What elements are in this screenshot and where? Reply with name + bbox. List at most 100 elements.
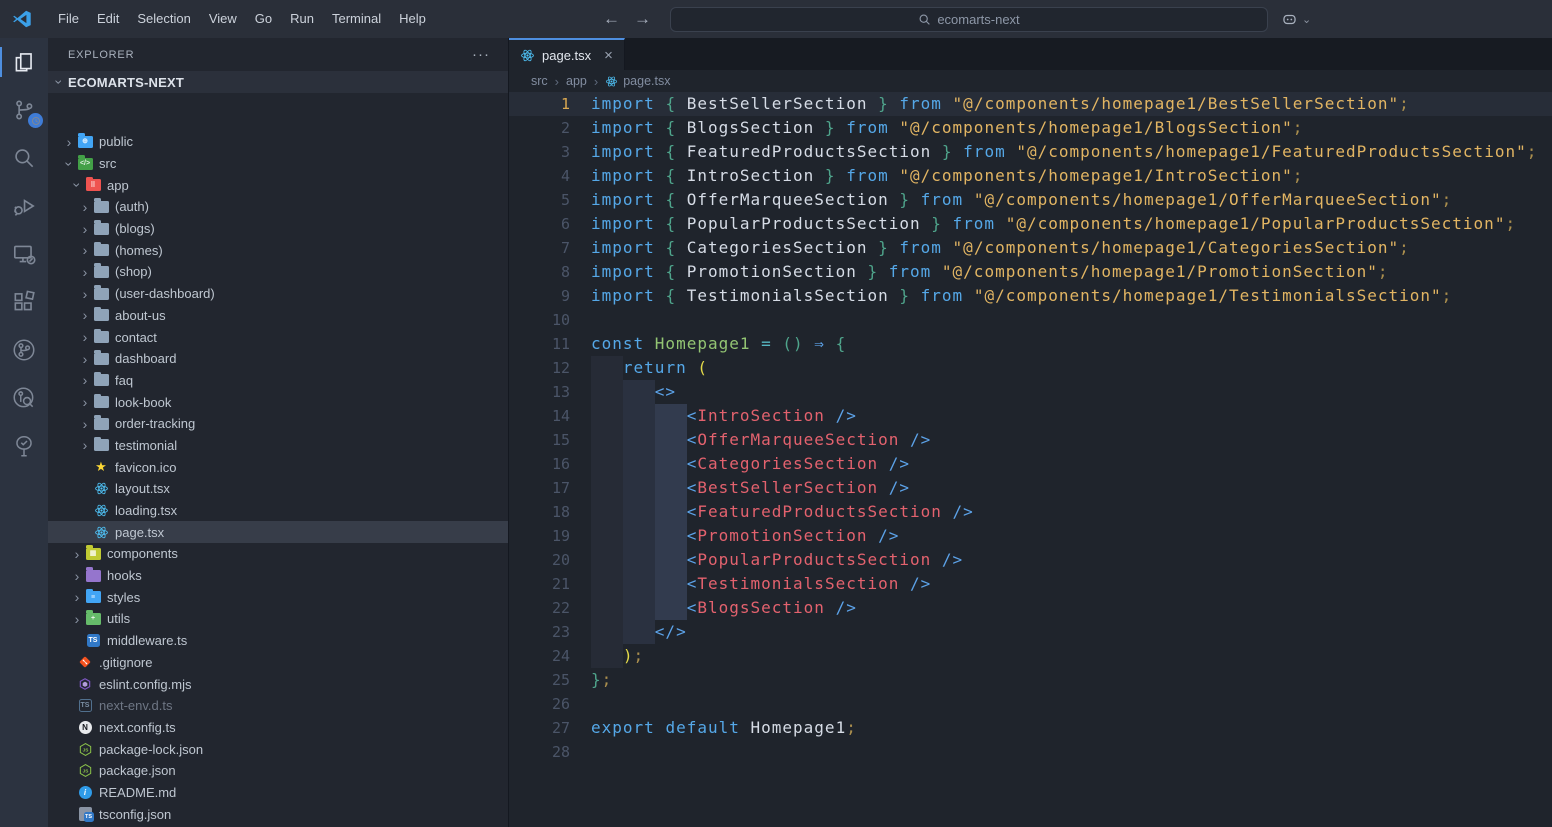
explorer-icon[interactable] (0, 38, 48, 86)
code-line-14[interactable]: 14 <IntroSection /> (509, 404, 1552, 428)
code-line-17[interactable]: 17 <BestSellerSection /> (509, 476, 1552, 500)
chevron-right-icon[interactable]: › (78, 438, 92, 452)
code-line-19[interactable]: 19 <PromotionSection /> (509, 524, 1552, 548)
chevron-right-icon[interactable]: › (62, 135, 76, 149)
code-line-5[interactable]: 5import { OfferMarqueeSection } from "@/… (509, 188, 1552, 212)
tree-item-loading.tsx[interactable]: loading.tsx (48, 500, 508, 522)
tree-item-contact[interactable]: ›contact (48, 326, 508, 348)
breadcrumb[interactable]: src › app › page.tsx (509, 70, 1552, 92)
code-line-1[interactable]: 1import { BestSellerSection } from "@/co… (509, 92, 1552, 116)
chevron-right-icon[interactable]: › (78, 243, 92, 257)
chevron-down-icon[interactable]: › (62, 157, 76, 171)
menu-selection[interactable]: Selection (128, 0, 199, 38)
command-center-search[interactable]: ecomarts-next (670, 7, 1268, 32)
tree-item-hooks[interactable]: ›hooks (48, 565, 508, 587)
menu-run[interactable]: Run (281, 0, 323, 38)
code-line-7[interactable]: 7import { CategoriesSection } from "@/co… (509, 236, 1552, 260)
tree-item-auth[interactable]: ›(auth) (48, 196, 508, 218)
chevron-right-icon[interactable]: › (78, 373, 92, 387)
tree-item-blogs[interactable]: ›(blogs) (48, 218, 508, 240)
menu-terminal[interactable]: Terminal (323, 0, 390, 38)
tree-item-tsconfig.json[interactable]: TStsconfig.json (48, 803, 508, 825)
breadcrumb-app[interactable]: app (566, 74, 587, 88)
tab-close-button[interactable]: × (604, 48, 613, 63)
run-debug-icon[interactable] (0, 182, 48, 230)
code-line-22[interactable]: 22 <BlogsSection /> (509, 596, 1552, 620)
chevron-right-icon[interactable]: › (70, 590, 84, 604)
code-line-15[interactable]: 15 <OfferMarqueeSection /> (509, 428, 1552, 452)
chevron-right-icon[interactable]: › (70, 547, 84, 561)
breadcrumb-file[interactable]: page.tsx (623, 74, 670, 88)
code-line-12[interactable]: 12 return ( (509, 356, 1552, 380)
code-line-25[interactable]: 25}; (509, 668, 1552, 692)
tree-item-testimonial[interactable]: ›testimonial (48, 435, 508, 457)
tree-item-user-dashboard[interactable]: ›(user-dashboard) (48, 283, 508, 305)
code-line-11[interactable]: 11const Homepage1 = () ⇒ { (509, 332, 1552, 356)
chevron-right-icon[interactable]: › (78, 330, 92, 344)
menu-go[interactable]: Go (246, 0, 281, 38)
tree-item-about-us[interactable]: ›about-us (48, 305, 508, 327)
code-line-18[interactable]: 18 <FeaturedProductsSection /> (509, 500, 1552, 524)
project-root-row[interactable]: › ECOMARTS-NEXT (48, 71, 508, 93)
tree-item-layout.tsx[interactable]: layout.tsx (48, 478, 508, 500)
code-line-26[interactable]: 26 (509, 692, 1552, 716)
breadcrumb-src[interactable]: src (531, 74, 548, 88)
tree-item-order-tracking[interactable]: ›order-tracking (48, 413, 508, 435)
tree-item-public[interactable]: ›⊕public (48, 131, 508, 153)
code-line-8[interactable]: 8import { PromotionSection } from "@/com… (509, 260, 1552, 284)
code-line-10[interactable]: 10 (509, 308, 1552, 332)
menu-file[interactable]: File (49, 0, 88, 38)
source-control-icon[interactable] (0, 86, 48, 134)
tree-item-eslint.config.mjs[interactable]: eslint.config.mjs (48, 673, 508, 695)
nav-back-button[interactable]: ← (603, 9, 620, 29)
chevron-down-icon[interactable]: › (70, 178, 84, 192)
tree-item-next.config.ts[interactable]: Nnext.config.ts (48, 717, 508, 739)
chevron-right-icon[interactable]: › (78, 352, 92, 366)
code-line-28[interactable]: 28 (509, 740, 1552, 764)
search-icon[interactable] (0, 134, 48, 182)
nav-forward-button[interactable]: → (634, 9, 651, 29)
tree-item-homes[interactable]: ›(homes) (48, 239, 508, 261)
chevron-right-icon[interactable]: › (78, 395, 92, 409)
tree-item-README.md[interactable]: iREADME.md (48, 782, 508, 804)
chevron-right-icon[interactable]: › (70, 569, 84, 583)
tree-item-components[interactable]: ›▦components (48, 543, 508, 565)
code-line-6[interactable]: 6import { PopularProductsSection } from … (509, 212, 1552, 236)
gitlens-icon[interactable] (0, 326, 48, 374)
code-line-2[interactable]: 2import { BlogsSection } from "@/compone… (509, 116, 1552, 140)
menu-help[interactable]: Help (390, 0, 435, 38)
code-line-21[interactable]: 21 <TestimonialsSection /> (509, 572, 1552, 596)
tree-item-faq[interactable]: ›faq (48, 370, 508, 392)
code-line-23[interactable]: 23 </> (509, 620, 1552, 644)
todo-tree-icon[interactable] (0, 422, 48, 470)
tree-item-package.json[interactable]: JSpackage.json (48, 760, 508, 782)
code-line-16[interactable]: 16 <CategoriesSection /> (509, 452, 1552, 476)
tree-item-shop[interactable]: ›(shop) (48, 261, 508, 283)
tree-item-dashboard[interactable]: ›dashboard (48, 348, 508, 370)
code-area[interactable]: 1import { BestSellerSection } from "@/co… (509, 92, 1552, 827)
code-line-4[interactable]: 4import { IntroSection } from "@/compone… (509, 164, 1552, 188)
tree-item-favicon.ico[interactable]: ★favicon.ico (48, 456, 508, 478)
tree-item-package-lock.json[interactable]: JSpackage-lock.json (48, 738, 508, 760)
code-line-3[interactable]: 3import { FeaturedProductsSection } from… (509, 140, 1552, 164)
tree-item-utils[interactable]: ›+utils (48, 608, 508, 630)
chevron-right-icon[interactable]: › (78, 200, 92, 214)
chevron-right-icon[interactable]: › (78, 222, 92, 236)
code-line-20[interactable]: 20 <PopularProductsSection /> (509, 548, 1552, 572)
tree-item-next-env.d.ts[interactable]: TSnext-env.d.ts (48, 695, 508, 717)
tab-page-tsx[interactable]: page.tsx × (509, 38, 625, 70)
explorer-more-actions-button[interactable]: ··· (472, 46, 490, 63)
chevron-right-icon[interactable]: › (78, 265, 92, 279)
chevron-right-icon[interactable]: › (78, 417, 92, 431)
chevron-right-icon[interactable]: › (78, 287, 92, 301)
menu-edit[interactable]: Edit (88, 0, 128, 38)
tree-item-look-book[interactable]: ›look-book (48, 391, 508, 413)
menu-view[interactable]: View (200, 0, 246, 38)
code-line-9[interactable]: 9import { TestimonialsSection } from "@/… (509, 284, 1552, 308)
tree-item-middleware.ts[interactable]: TSmiddleware.ts (48, 630, 508, 652)
copilot-menu[interactable]: ⌄ (1280, 8, 1311, 30)
chevron-right-icon[interactable]: › (78, 308, 92, 322)
tree-item-src[interactable]: ›</>src (48, 153, 508, 175)
chevron-right-icon[interactable]: › (70, 612, 84, 626)
tree-item-.gitignore[interactable]: .gitignore (48, 652, 508, 674)
